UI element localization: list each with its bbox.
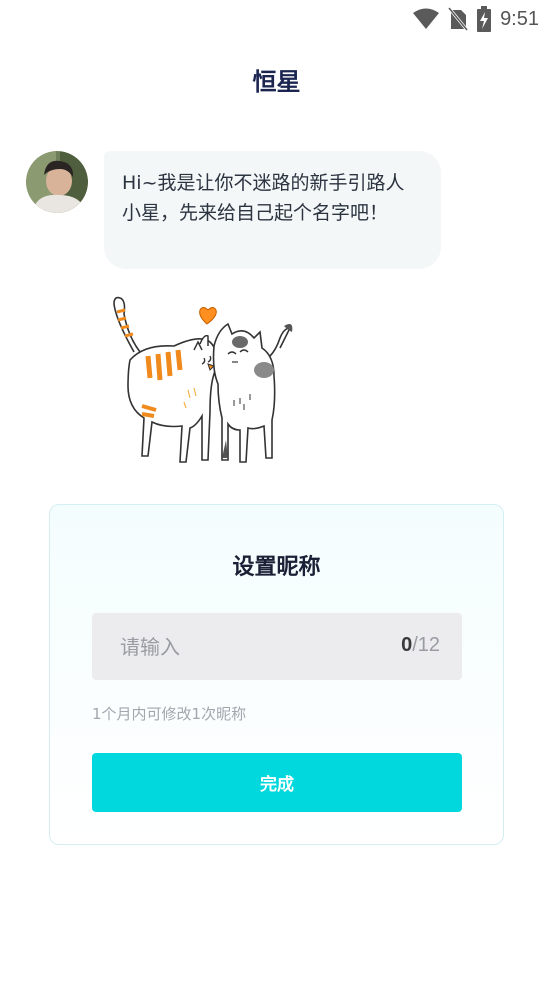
char-count-current: 0 [401,634,413,656]
char-counter: 0/12 [401,634,440,657]
set-nickname-screen: 9:51 恒星 Hi~我是让你不迷路的新手引路人小星，先来给自己起个名字吧！ 设… [0,0,553,983]
page-title: 恒星 [252,68,301,96]
status-icons: 9:51 [412,6,539,32]
avatar[interactable] [26,151,88,213]
cats-illustration [104,290,304,475]
chat-message: Hi~我是让你不迷路的新手引路人小星，先来给自己起个名字吧！ [122,172,405,224]
two-cats-with-heart-icon [113,296,293,463]
status-time: 9:51 [500,7,539,30]
nickname-hint: 1个月内可修改1次昵称 [92,705,247,723]
no-sim-icon [448,7,469,31]
user-avatar-icon [26,151,88,213]
char-count-max: /12 [412,634,440,656]
done-button[interactable]: 完成 [92,753,462,812]
nickname-field[interactable]: 0/12 [92,613,462,680]
nickname-card: 设置昵称 0/12 1个月内可修改1次昵称 完成 [49,504,504,845]
battery-charging-icon [477,6,492,32]
chat-bubble: Hi~我是让你不迷路的新手引路人小星，先来给自己起个名字吧！ [104,151,441,269]
card-title: 设置昵称 [232,555,321,580]
wifi-icon [413,8,440,29]
nickname-input[interactable] [92,613,382,680]
status-bar: 9:51 [0,0,553,38]
